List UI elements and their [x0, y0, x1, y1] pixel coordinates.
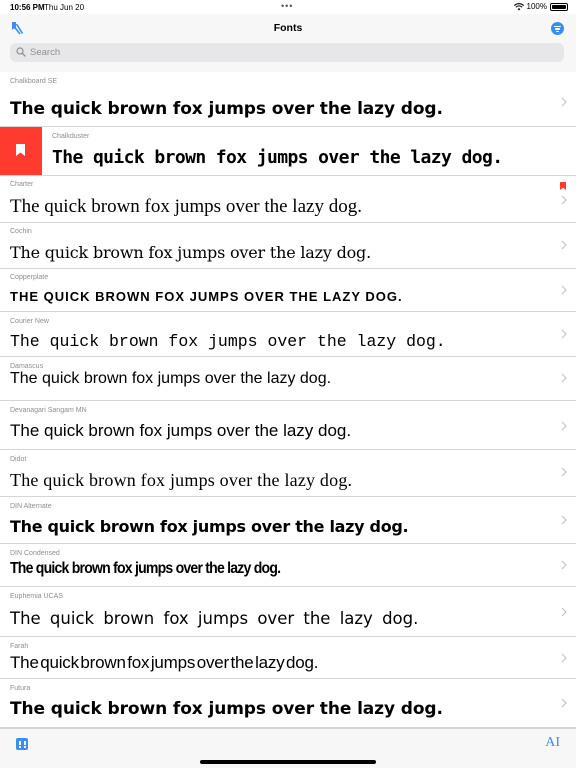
multitasking-dots[interactable]: ••• — [281, 1, 293, 11]
font-row-farah[interactable]: Farah The quick brown fox jumps over the… — [0, 637, 576, 679]
chevron-right-icon — [561, 467, 567, 477]
font-sample: The quick brown fox jumps over the lazy … — [10, 699, 443, 719]
font-name: Damascus — [10, 363, 44, 370]
bookmark-ribbon-icon — [560, 182, 566, 190]
status-bar: 10:56 PM Thu Jun 20 ••• 100% — [0, 0, 576, 14]
chevron-right-icon — [561, 285, 567, 295]
font-list: Chalkboard SE The quick brown fox jumps … — [0, 72, 576, 728]
font-row-courier-new[interactable]: Courier New The quick brown fox jumps ov… — [0, 312, 576, 357]
font-sample: The quick brown fox jumps over the lazy … — [10, 243, 371, 262]
battery-percent: 100% — [526, 2, 547, 11]
font-name: Courier New — [10, 318, 49, 325]
page-title: Fonts — [273, 22, 303, 34]
chevron-right-icon — [561, 421, 567, 431]
font-sample: The quick brown fox jumps over the lazy … — [10, 99, 443, 119]
font-name: DIN Alternate — [10, 503, 52, 510]
font-row-chalkduster[interactable]: Chalkduster The quick brown fox jumps ov… — [0, 127, 576, 176]
chevron-right-icon — [561, 195, 567, 205]
font-name: Charter — [10, 181, 34, 188]
font-row-didot[interactable]: Didot The quick brown fox jumps over the… — [0, 450, 576, 497]
font-sample: The quick brown fox jumps over the lazy … — [10, 560, 281, 577]
wifi-icon — [513, 2, 524, 10]
font-name: Futura — [10, 685, 31, 692]
chevron-right-icon — [561, 607, 567, 617]
search-field[interactable]: Search — [10, 43, 564, 62]
search-icon — [16, 47, 26, 57]
home-indicator — [200, 760, 376, 764]
font-sample: The quick brown fox jumps over the lazy … — [10, 421, 352, 440]
font-name: Chalkduster — [52, 133, 90, 140]
font-sample: The quick brown fox jumps over the lazy … — [52, 147, 503, 168]
font-name: Didot — [10, 456, 27, 463]
font-row-din-condensed[interactable]: DIN Condensed The quick brown fox jumps … — [0, 544, 576, 587]
battery-icon — [550, 2, 568, 11]
filter-icon[interactable] — [551, 22, 564, 35]
text-size-icon[interactable]: AI — [545, 735, 560, 751]
font-row-copperplate[interactable]: Copperplate The quick brown fox jumps ov… — [0, 269, 576, 312]
font-sample: The quick brown fox jumps over the lazy … — [10, 332, 446, 351]
font-row-damascus[interactable]: Damascus The quick brown fox jumps over … — [0, 357, 576, 401]
chevron-right-icon — [561, 515, 567, 525]
bookmark-button[interactable] — [0, 127, 42, 175]
chevron-right-icon — [561, 653, 567, 663]
font-row-devanagari-sangam-mn[interactable]: Devanagari Sangam MN The quick brown fox… — [0, 401, 576, 450]
font-sample: The quick brown fox jumps over the lazy … — [10, 289, 403, 304]
grid-icon[interactable] — [16, 738, 28, 750]
font-name: DIN Condensed — [10, 550, 60, 557]
status-right: 100% — [513, 2, 568, 11]
font-row-charter[interactable]: Charter The quick brown fox jumps over t… — [0, 176, 576, 223]
font-name: Chalkboard SE — [10, 78, 58, 85]
font-sample: The quick brown fox jumps over the lazy … — [10, 653, 319, 672]
status-date: Thu Jun 20 — [44, 3, 85, 12]
font-row-euphemia-ucas[interactable]: Euphemia UCAS The quick brown fox jumps … — [0, 587, 576, 637]
font-sample: The quick brown fox jumps over the lazy … — [10, 196, 362, 217]
font-sample: The quick brown fox jumps over the lazy … — [10, 370, 332, 387]
font-name: Cochin — [10, 228, 32, 235]
font-row-chalkboard-se[interactable]: Chalkboard SE The quick brown fox jumps … — [0, 72, 576, 127]
font-sample: The quick brown fox jumps over the lazy … — [10, 609, 419, 628]
font-name: Copperplate — [10, 274, 49, 281]
chevron-right-icon — [561, 329, 567, 339]
font-sample: The quick brown fox jumps over the lazy … — [10, 470, 353, 490]
font-row-din-alternate[interactable]: DIN Alternate The quick brown fox jumps … — [0, 497, 576, 544]
bookmark-icon — [16, 144, 25, 156]
font-sample: The quick brown fox jumps over the lazy … — [10, 517, 409, 536]
status-time: 10:56 PM — [10, 3, 45, 12]
chevron-right-icon — [561, 240, 567, 250]
search-input[interactable]: Search — [30, 47, 60, 58]
font-name: Euphemia UCAS — [10, 593, 63, 600]
font-name: Devanagari Sangam MN — [10, 407, 87, 414]
navigation-bar: Fonts Search — [0, 14, 576, 72]
chevron-right-icon — [561, 560, 567, 570]
chevron-right-icon — [561, 97, 567, 107]
font-row-cochin[interactable]: Cochin The quick brown fox jumps over th… — [0, 223, 576, 269]
chevron-right-icon — [561, 698, 567, 708]
bottom-toolbar: AI — [0, 728, 576, 768]
chevron-right-icon — [561, 373, 567, 383]
font-name: Farah — [10, 643, 29, 650]
font-row-futura[interactable]: Futura The quick brown fox jumps over th… — [0, 679, 576, 728]
